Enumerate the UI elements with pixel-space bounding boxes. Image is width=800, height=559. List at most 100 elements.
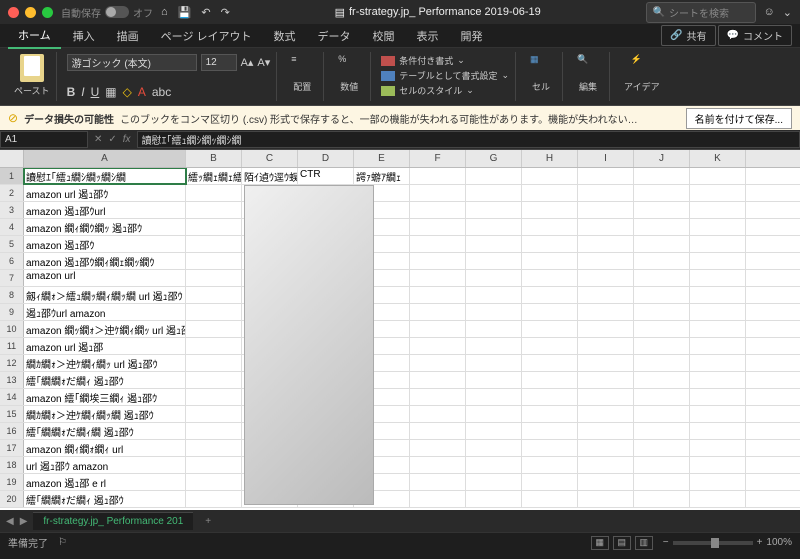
cell[interactable] xyxy=(522,219,578,235)
cell[interactable]: 繝ｶ繝ｫ＞迚ｹ繝ｨ繝ｯ繝 遏ｭ邵ｳ xyxy=(24,406,186,422)
tab-draw[interactable]: 描画 xyxy=(107,24,149,48)
cell[interactable] xyxy=(578,236,634,252)
editing-button[interactable]: 🔍 編集 xyxy=(573,54,603,93)
cell[interactable] xyxy=(466,491,522,507)
cell[interactable] xyxy=(690,219,746,235)
cell[interactable]: amazon 繝ｨ繝ｳ繝ｯ 遏ｭ邵ｳ xyxy=(24,219,186,235)
cell[interactable] xyxy=(578,185,634,201)
cell[interactable] xyxy=(634,389,690,405)
paste-button[interactable]: ペースト xyxy=(14,54,50,97)
tab-developer[interactable]: 開発 xyxy=(451,24,493,48)
row-header[interactable]: 1 xyxy=(0,168,24,184)
cell[interactable] xyxy=(634,304,690,320)
zoom-out-button[interactable]: − xyxy=(663,537,669,548)
cell[interactable]: 繧ｯ繝ｪ繝ｪ繧ｫ繧ｨ xyxy=(186,168,242,184)
cell[interactable] xyxy=(578,202,634,218)
cell[interactable] xyxy=(466,440,522,456)
cell[interactable] xyxy=(578,287,634,303)
cell[interactable] xyxy=(522,406,578,422)
cell[interactable] xyxy=(690,270,746,286)
row-header[interactable]: 5 xyxy=(0,236,24,252)
fill-color-button[interactable]: ◇ xyxy=(123,85,132,99)
cell[interactable] xyxy=(466,372,522,388)
formula-input[interactable] xyxy=(137,131,800,148)
format-as-table-button[interactable]: テーブルとして書式設定 ⌄ xyxy=(381,69,509,82)
increase-font-icon[interactable]: A▴ xyxy=(241,56,254,69)
cell[interactable] xyxy=(410,219,466,235)
cell[interactable] xyxy=(690,440,746,456)
cell[interactable] xyxy=(522,321,578,337)
cell[interactable] xyxy=(186,491,242,507)
cell[interactable] xyxy=(634,202,690,218)
cell[interactable] xyxy=(690,491,746,507)
cell[interactable] xyxy=(522,423,578,439)
row-header[interactable]: 17 xyxy=(0,440,24,456)
fx-icon[interactable]: fx xyxy=(123,134,131,145)
col-header-b[interactable]: B xyxy=(186,150,242,167)
zoom-slider[interactable] xyxy=(673,541,753,545)
zoom-percent[interactable]: 100% xyxy=(766,537,792,548)
cell[interactable] xyxy=(690,372,746,388)
cell[interactable] xyxy=(634,236,690,252)
cells-button[interactable]: ▦ セル xyxy=(526,54,556,93)
cell[interactable] xyxy=(466,406,522,422)
tab-review[interactable]: 校閲 xyxy=(363,24,405,48)
font-name-select[interactable] xyxy=(67,54,197,71)
cell[interactable] xyxy=(578,474,634,490)
font-size-select[interactable] xyxy=(201,54,237,71)
cell[interactable] xyxy=(186,338,242,354)
cell[interactable] xyxy=(522,389,578,405)
cell[interactable] xyxy=(522,253,578,269)
cell[interactable] xyxy=(466,287,522,303)
cell[interactable] xyxy=(466,304,522,320)
page-layout-view-button[interactable]: ▤ xyxy=(613,536,631,550)
col-header-d[interactable]: D xyxy=(298,150,354,167)
minimize-window-button[interactable] xyxy=(25,7,36,18)
cell[interactable] xyxy=(578,423,634,439)
cell[interactable]: CTR xyxy=(298,168,354,184)
cell[interactable] xyxy=(410,372,466,388)
cell[interactable] xyxy=(578,168,634,184)
cell[interactable] xyxy=(690,423,746,439)
embedded-image[interactable] xyxy=(244,185,374,505)
cell[interactable] xyxy=(466,202,522,218)
cell[interactable] xyxy=(410,321,466,337)
cell[interactable] xyxy=(522,202,578,218)
cell[interactable] xyxy=(634,440,690,456)
cell[interactable] xyxy=(522,491,578,507)
cancel-formula-icon[interactable]: ✕ xyxy=(94,134,102,145)
cell[interactable] xyxy=(466,355,522,371)
cell[interactable] xyxy=(466,457,522,473)
cell[interactable]: 繧｢繝繝ｫだ繝ｨ 遏ｭ邵ｳ xyxy=(24,491,186,507)
redo-icon[interactable]: ↷ xyxy=(221,6,230,19)
zoom-in-button[interactable]: + xyxy=(757,537,763,548)
spreadsheet-grid[interactable]: A B C D E F G H I J K 1讀慰ｴ｢繧ｭ繝ｼ繝ｯ繝ｼ繝繧ｯ繝ｪ… xyxy=(0,150,800,510)
cell[interactable]: amazon 遏ｭ邵ｳ繝ｨ繝ｪ繝ｯ繝ｳ xyxy=(24,253,186,269)
cell[interactable]: 諤ｧ蝣ｱ繝ｪ xyxy=(354,168,410,184)
cell[interactable] xyxy=(466,321,522,337)
cell[interactable] xyxy=(186,389,242,405)
autosave-switch[interactable] xyxy=(105,6,129,18)
sheet-tab-active[interactable]: fr-strategy.jp_ Performance 201 xyxy=(33,512,193,530)
cell[interactable]: amazon 遏ｭ邵 e rl xyxy=(24,474,186,490)
row-header[interactable]: 20 xyxy=(0,491,24,507)
share-button[interactable]: 🔗 共有 xyxy=(661,25,715,46)
close-window-button[interactable] xyxy=(8,7,19,18)
cell[interactable] xyxy=(634,423,690,439)
font-color-button[interactable]: A xyxy=(138,85,146,99)
row-header[interactable]: 4 xyxy=(0,219,24,235)
cell[interactable] xyxy=(522,168,578,184)
cell[interactable] xyxy=(410,491,466,507)
cell[interactable] xyxy=(466,474,522,490)
cell[interactable] xyxy=(522,440,578,456)
alignment-button[interactable]: ≡ 配置 xyxy=(287,54,317,93)
decrease-font-icon[interactable]: A▾ xyxy=(257,56,270,69)
cell[interactable]: 讀慰ｴ｢繧ｭ繝ｼ繝ｯ繝ｼ繝 xyxy=(24,168,186,184)
cell[interactable] xyxy=(466,236,522,252)
col-header-c[interactable]: C xyxy=(242,150,298,167)
italic-button[interactable]: I xyxy=(81,85,84,99)
cell[interactable] xyxy=(634,406,690,422)
cell[interactable]: 劔ｨ繝ｫ＞繧ｭ繝ｯ繝ｨ繝ｯ繝 url 遏ｭ邵ｳ xyxy=(24,287,186,303)
cell[interactable] xyxy=(410,406,466,422)
cell[interactable] xyxy=(186,457,242,473)
